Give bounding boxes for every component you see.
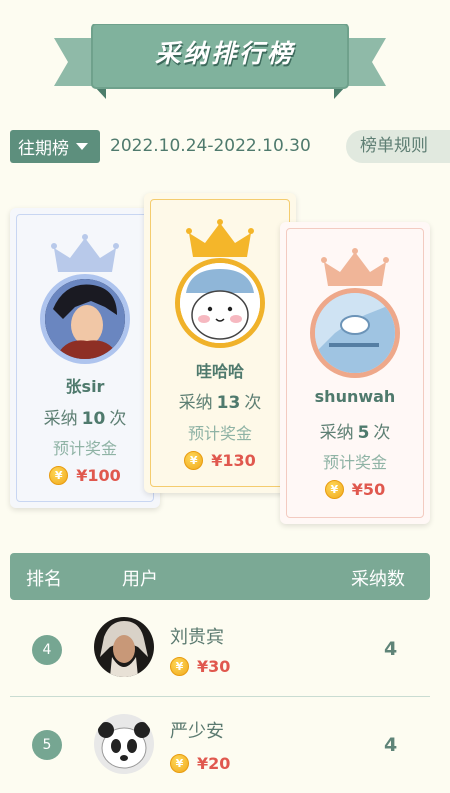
column-rank: 排名: [26, 569, 62, 590]
coin-icon: ¥: [324, 480, 344, 499]
period-dropdown[interactable]: 往期榜: [10, 130, 100, 163]
user-prize: ¥ ¥20: [170, 754, 230, 773]
avatar: [94, 617, 154, 677]
crown-icon: [51, 234, 119, 272]
date-range: 2022.10.24-2022.10.30: [110, 136, 311, 156]
coin-icon: ¥: [49, 466, 69, 485]
podium-card-first[interactable]: 哇哈哈 采纳 13 次 预计奖金 ¥ ¥130: [144, 193, 296, 493]
avatar: [40, 274, 130, 364]
bonus-label: 预计奖金: [52, 439, 117, 458]
podium-card-second[interactable]: 张sir 采纳 10 次 预计奖金 ¥ ¥100: [10, 208, 160, 508]
adoption-count: 4: [384, 734, 398, 756]
table-row[interactable]: 5 严少安 ¥ ¥20 4: [10, 697, 430, 793]
column-count: 采纳数: [351, 569, 405, 590]
coin-icon: ¥: [184, 451, 204, 470]
bonus-label: 预计奖金: [187, 424, 252, 443]
bonus-label: 预计奖金: [322, 453, 387, 472]
crown-icon: [321, 248, 389, 286]
user-name: 严少安: [170, 721, 224, 742]
winner-name: 张sir: [65, 377, 105, 396]
crown-icon: [186, 219, 254, 257]
adoption-count: 4: [384, 638, 398, 660]
rank-badge: 4: [32, 635, 62, 665]
column-user: 用户: [122, 569, 158, 590]
caret-down-icon: [76, 143, 88, 150]
winner-prize: ¥ ¥130: [145, 451, 295, 470]
winner-prize: ¥ ¥50: [280, 480, 430, 499]
page-title: 采纳排行榜: [154, 39, 295, 68]
avatar: [94, 714, 154, 774]
winner-count: 采纳 13 次: [178, 393, 262, 413]
user-name: 刘贵宾: [170, 627, 224, 648]
podium-card-third[interactable]: shunwah 采纳 5 次 预计奖金 ¥ ¥50: [280, 222, 430, 524]
ranking-table-header: 排名 用户 采纳数: [10, 553, 430, 600]
winner-name: 哇哈哈: [195, 362, 244, 381]
coin-icon: ¥: [170, 657, 189, 676]
avatar: [310, 288, 400, 378]
period-label: 往期榜: [18, 139, 69, 159]
winner-name: shunwah: [314, 387, 396, 406]
rank-badge: 5: [32, 730, 62, 760]
coin-icon: ¥: [170, 754, 189, 773]
winner-prize: ¥ ¥100: [10, 466, 160, 485]
winner-count: 采纳 10 次: [43, 409, 127, 429]
winner-count: 采纳 5 次: [319, 423, 391, 443]
user-prize: ¥ ¥30: [170, 657, 230, 676]
table-row[interactable]: 4 刘贵宾 ¥ ¥30 4: [10, 600, 430, 696]
rules-button[interactable]: 榜单规则: [346, 130, 450, 163]
avatar: [175, 258, 265, 348]
